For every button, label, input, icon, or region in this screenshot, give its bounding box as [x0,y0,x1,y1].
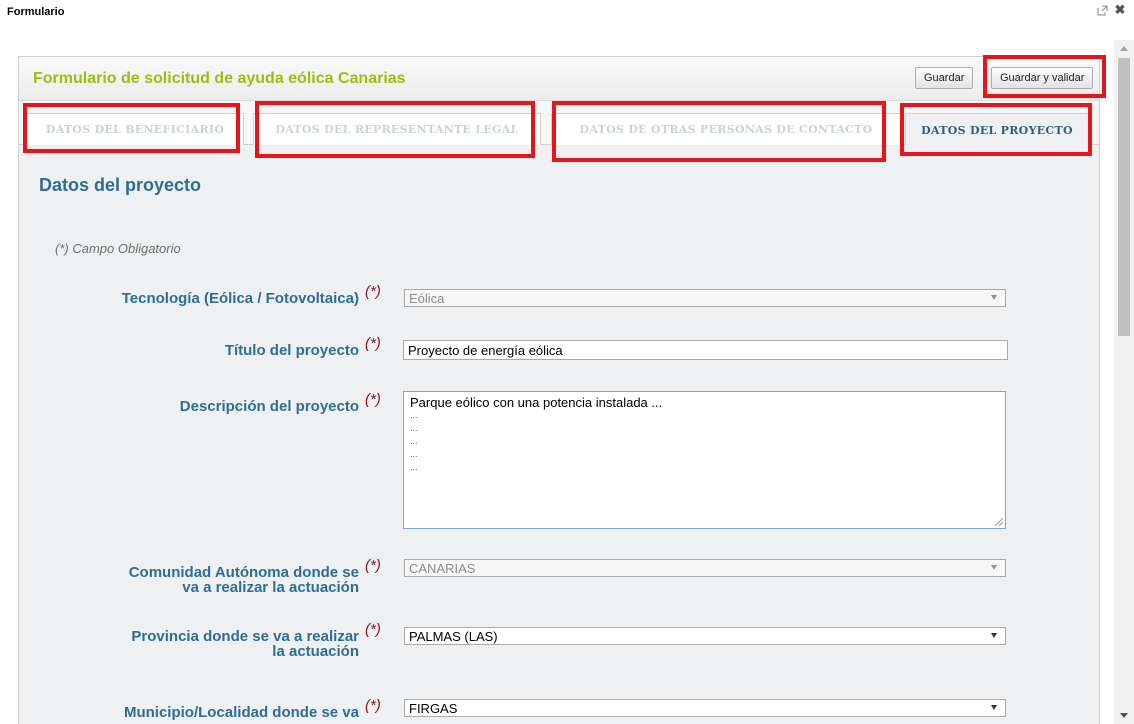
scroll-down-arrow-icon[interactable] [1120,713,1128,718]
region-value: CANARIAS [409,560,476,576]
form-scroll-area: Formulario de solicitud de ayuda eólica … [10,40,1112,724]
province-label-line1: Provincia donde se va a realizar [131,628,359,645]
description-line: ... [410,462,418,472]
window-controls: ✖ [1096,2,1126,17]
description-line: ... [410,449,418,459]
tab-proyecto[interactable]: DATOS DEL PROYECTO [905,113,1089,146]
form-header: Formulario de solicitud de ayuda eólica … [19,57,1099,101]
required-note: (*) Campo Obligatorio [55,241,181,256]
region-label-line1: Comunidad Autónoma donde se [128,564,359,581]
region-label: Comunidad Autónoma donde se va a realiza… [29,565,359,595]
province-select[interactable]: PALMAS (LAS) [404,627,1006,645]
project-title-input[interactable]: Proyecto de energía eólica [403,340,1008,360]
window-titlebar: Formulario ✖ [0,0,1134,24]
required-marker: (*) [365,621,381,638]
description-line: ... [410,436,418,446]
project-title-label: Título del proyecto [224,342,359,359]
description-line: Parque eólico con una potencia instalada… [410,395,663,410]
municipality-label: Municipio/Localidad donde se va [123,704,359,721]
scroll-up-arrow-icon[interactable] [1120,46,1128,51]
section-title: Datos del proyecto [39,175,202,195]
chevron-down-icon [991,705,997,710]
municipality-select[interactable]: FIRGAS [404,699,1006,717]
required-marker: (*) [365,557,381,574]
technology-label: Tecnología (Eólica / Fotovoltaica) [121,290,359,307]
region-label-line2: va a realizar la actuación [182,579,359,596]
description-line: ... [410,423,418,433]
description-label: Descripción del proyecto [179,398,359,415]
required-marker: (*) [365,283,381,300]
form-window: Formulario ✖ Formulario de solicitud de … [0,0,1134,724]
chevron-down-icon [991,565,997,570]
tab-beneficiario[interactable]: DATOS DEL BENEFICIARIO [26,113,244,145]
province-label-line2: la actuación [272,643,359,660]
chevron-down-icon [991,295,997,300]
description-textarea[interactable]: Parque eólico con una potencia instalada… [403,391,1006,529]
province-value: PALMAS (LAS) [409,628,498,644]
save-button[interactable]: Guardar [915,67,974,89]
popout-icon[interactable] [1096,4,1108,16]
description-line: ... [410,410,418,420]
close-icon[interactable]: ✖ [1114,2,1126,17]
save-validate-button[interactable]: Guardar y validar [991,67,1094,89]
tab-representante-legal[interactable]: DATOS DEL REPRESENTANTE LEGAL [253,113,541,145]
window-title: Formulario [7,6,65,18]
municipality-value: FIRGAS [409,700,458,716]
form-panel: Formulario de solicitud de ayuda eólica … [18,56,1100,724]
form-title: Formulario de solicitud de ayuda eólica … [33,70,406,87]
scrollbar-thumb[interactable] [1118,58,1130,336]
technology-value: Eólica [409,290,445,306]
vertical-scrollbar[interactable] [1114,40,1134,724]
region-select[interactable]: CANARIAS [404,559,1006,577]
resize-handle-icon[interactable] [995,518,1003,526]
required-marker: (*) [365,697,381,714]
tabs-bar: DATOS DEL BENEFICIARIO DATOS DEL REPRESE… [19,101,1099,146]
required-marker: (*) [365,391,381,408]
tab-otras-personas-contacto[interactable]: DATOS DE OTRAS PERSONAS DE CONTACTO [551,113,901,145]
chevron-down-icon [991,633,997,638]
province-label: Provincia donde se va a realizar la actu… [29,629,359,659]
required-marker: (*) [365,335,381,352]
technology-select[interactable]: Eólica [404,289,1006,307]
